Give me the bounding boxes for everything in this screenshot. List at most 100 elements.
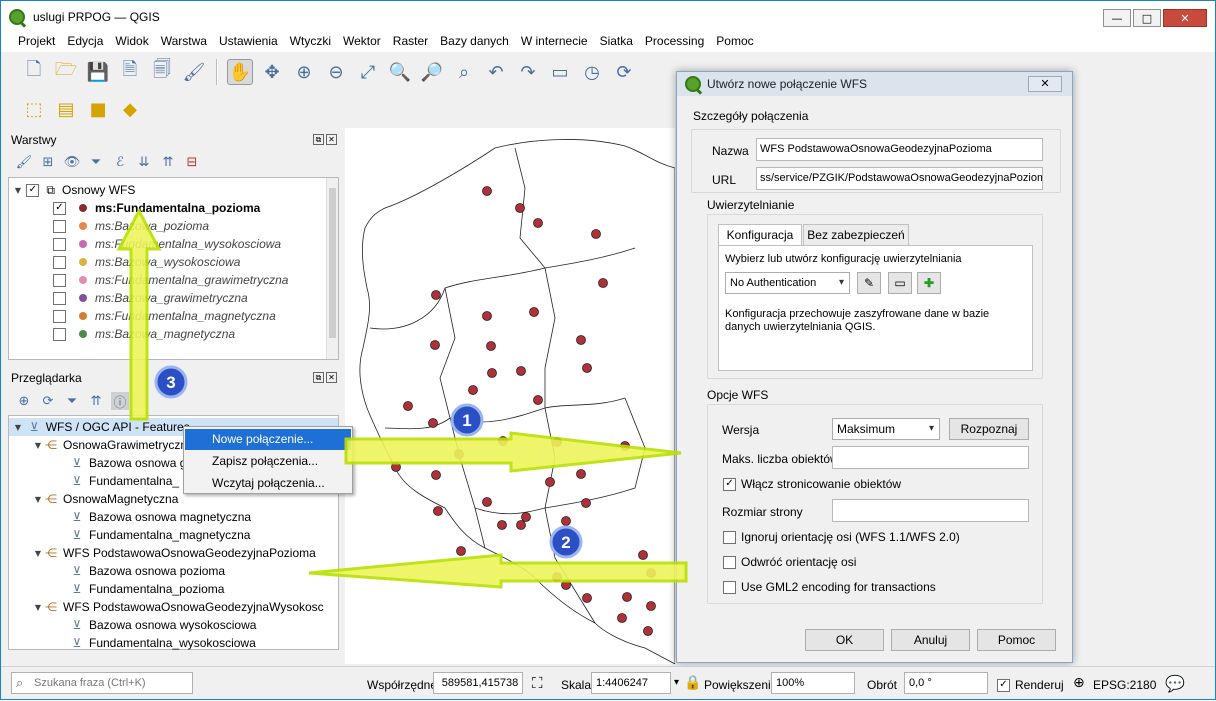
- menu-pomoc[interactable]: Pomoc: [710, 32, 759, 52]
- add-group-icon[interactable]: ⊞: [39, 153, 57, 171]
- expand-arrow-icon[interactable]: ▼: [33, 441, 43, 450]
- add-auth-icon[interactable]: ✚: [917, 272, 941, 294]
- map-feature-point[interactable]: [456, 546, 466, 556]
- wfs-layer-row[interactable]: ⊻ Fundamentalna_: [69, 472, 179, 490]
- manage-visibility-icon[interactable]: 👁: [63, 153, 81, 171]
- minimize-button[interactable]: —: [1103, 9, 1131, 27]
- paging-row[interactable]: ✓ Włącz stronicowanie obiektów: [723, 477, 901, 491]
- map-feature-point[interactable]: [433, 506, 443, 516]
- map-feature-point[interactable]: [646, 568, 656, 578]
- remove-auth-icon[interactable]: ▭: [888, 272, 912, 294]
- zoom-next-icon[interactable]: ↷: [515, 59, 541, 85]
- map-feature-point[interactable]: [598, 278, 608, 288]
- map-feature-point[interactable]: [521, 512, 531, 522]
- menu-edycja[interactable]: Edycja: [61, 32, 109, 52]
- menu-bazy-danych[interactable]: Bazy danych: [434, 32, 515, 52]
- map-feature-point[interactable]: [581, 498, 591, 508]
- menu-ustawienia[interactable]: Ustawienia: [213, 32, 284, 52]
- map-canvas[interactable]: [345, 128, 675, 664]
- map-feature-point[interactable]: [482, 497, 492, 507]
- add-selected-icon[interactable]: ⊕: [15, 392, 33, 410]
- map-feature-point[interactable]: [428, 418, 438, 428]
- menu-siatka[interactable]: Siatka: [594, 32, 639, 52]
- crs-globe-icon[interactable]: ⊕: [1073, 675, 1085, 691]
- menu-processing[interactable]: Processing: [639, 32, 710, 52]
- wfs-connection-row[interactable]: ▼ ⋲ WFS PodstawowaOsnowaGeodezyjnaPozioma: [33, 544, 316, 562]
- refresh-browser-icon[interactable]: ⟳: [39, 392, 57, 410]
- deselect-icon[interactable]: ■: [85, 96, 111, 122]
- map-feature-point[interactable]: [638, 550, 648, 560]
- map-feature-point[interactable]: [646, 601, 656, 611]
- ignore-axis-row[interactable]: Ignoruj orientację osi (WFS 1.1/WFS 2.0): [723, 530, 960, 544]
- expand-arrow-icon[interactable]: ▼: [33, 495, 43, 504]
- pan-icon[interactable]: ✋: [227, 59, 253, 85]
- zoom-in-icon[interactable]: ⊕: [291, 59, 317, 85]
- map-feature-point[interactable]: [516, 520, 526, 530]
- menu-wektor[interactable]: Wektor: [337, 32, 387, 52]
- new-connection-menu-item[interactable]: Nowe połączenie...: [185, 429, 351, 450]
- map-feature-point[interactable]: [591, 229, 601, 239]
- filter-browser-icon[interactable]: ⏷: [63, 392, 81, 410]
- version-combo[interactable]: Maksimum: [832, 418, 940, 440]
- max-features-field[interactable]: [832, 446, 1029, 469]
- select-by-value-icon[interactable]: ▤: [53, 96, 79, 122]
- map-feature-point[interactable]: [643, 626, 653, 636]
- map-feature-point[interactable]: [552, 437, 562, 447]
- wfs-layer-row[interactable]: ⊻ Fundamentalna_wysokosciowa: [69, 634, 256, 652]
- url-field[interactable]: ss/service/PZGIK/PodstawowaOsnowaGeodezy…: [756, 167, 1043, 190]
- menu-w-internecie[interactable]: W internecie: [515, 32, 594, 52]
- open-project-icon[interactable]: 🗁: [53, 59, 79, 85]
- messages-icon[interactable]: 💬: [1165, 674, 1185, 693]
- invert-axis-checkbox[interactable]: [723, 555, 736, 569]
- rotation-field[interactable]: 0,0 °: [904, 672, 988, 694]
- map-feature-point[interactable]: [552, 572, 562, 582]
- map-feature-point[interactable]: [545, 477, 555, 487]
- tab-basic[interactable]: Bez zabezpieczeń: [803, 224, 909, 246]
- group-checkbox[interactable]: ✓: [26, 183, 40, 197]
- wfs-layer-row[interactable]: ⊻ Fundamentalna_magnetyczna: [69, 526, 251, 544]
- scale-dropdown-icon[interactable]: ▾: [674, 677, 679, 688]
- gml2-checkbox[interactable]: [723, 580, 736, 594]
- wfs-connection-row[interactable]: ▼ ⋲ OsnowaMagnetyczna: [33, 490, 178, 508]
- map-feature-point[interactable]: [482, 311, 492, 321]
- expand-arrow-icon[interactable]: ▼: [13, 423, 23, 432]
- paging-checkbox[interactable]: ✓: [723, 477, 736, 491]
- render-row[interactable]: ✓ Renderuj: [997, 678, 1064, 692]
- zoom-native-icon[interactable]: ⌕: [451, 59, 477, 85]
- map-feature-point[interactable]: [486, 341, 496, 351]
- map-feature-point[interactable]: [561, 580, 571, 590]
- wfs-layer-row[interactable]: ⊻ Bazowa osnowa gr: [69, 454, 191, 472]
- new-project-icon[interactable]: 🗋: [21, 59, 47, 85]
- invert-axis-row[interactable]: Odwróć orientację osi: [723, 555, 856, 569]
- menu-wtyczki[interactable]: Wtyczki: [284, 32, 337, 52]
- layer-row[interactable]: ms:Bazowa_wysokosciowa: [53, 253, 240, 271]
- map-feature-point[interactable]: [576, 335, 586, 345]
- expand-all-icon[interactable]: ⇊: [135, 153, 153, 171]
- layer-checkbox[interactable]: [53, 273, 66, 287]
- layer-row[interactable]: ms:Bazowa_pozioma: [53, 217, 209, 235]
- locator-search-input[interactable]: Szukana fraza (Ctrl+K): [11, 672, 193, 694]
- coordinate-field[interactable]: 589581,415738: [433, 672, 523, 694]
- map-feature-point[interactable]: [516, 366, 526, 376]
- layer-row[interactable]: ms:Bazowa_magnetyczna: [53, 325, 235, 343]
- zoom-full-icon[interactable]: ⤢: [355, 59, 381, 85]
- style-panel-icon[interactable]: 🖌: [15, 153, 33, 171]
- style-manager-icon[interactable]: 🖌: [181, 59, 207, 85]
- refresh-icon[interactable]: ⟳: [611, 59, 637, 85]
- collapse-all-icon[interactable]: ⇈: [159, 153, 177, 171]
- pan-to-selection-icon[interactable]: ✥: [259, 59, 285, 85]
- zoom-layer-icon[interactable]: 🔎: [419, 59, 445, 85]
- render-checkbox[interactable]: ✓: [997, 678, 1010, 692]
- layer-row[interactable]: ✓ ms:Fundamentalna_pozioma: [53, 199, 260, 217]
- close-panel-icon[interactable]: ✕: [326, 372, 337, 383]
- load-connections-menu-item[interactable]: Wczytaj połączenia...: [185, 473, 351, 494]
- ok-button[interactable]: OK: [805, 629, 884, 651]
- map-feature-point[interactable]: [431, 470, 441, 480]
- save-project-icon[interactable]: 💾: [85, 59, 111, 85]
- map-feature-point[interactable]: [561, 516, 571, 526]
- detect-button[interactable]: Rozpoznaj: [949, 418, 1029, 440]
- new-map-view-icon[interactable]: ▭: [547, 59, 573, 85]
- filter-expression-icon[interactable]: ℰ: [111, 153, 129, 171]
- layer-row[interactable]: ms:Fundamentalna_grawimetryczna: [53, 271, 288, 289]
- zoom-last-icon[interactable]: ↶: [483, 59, 509, 85]
